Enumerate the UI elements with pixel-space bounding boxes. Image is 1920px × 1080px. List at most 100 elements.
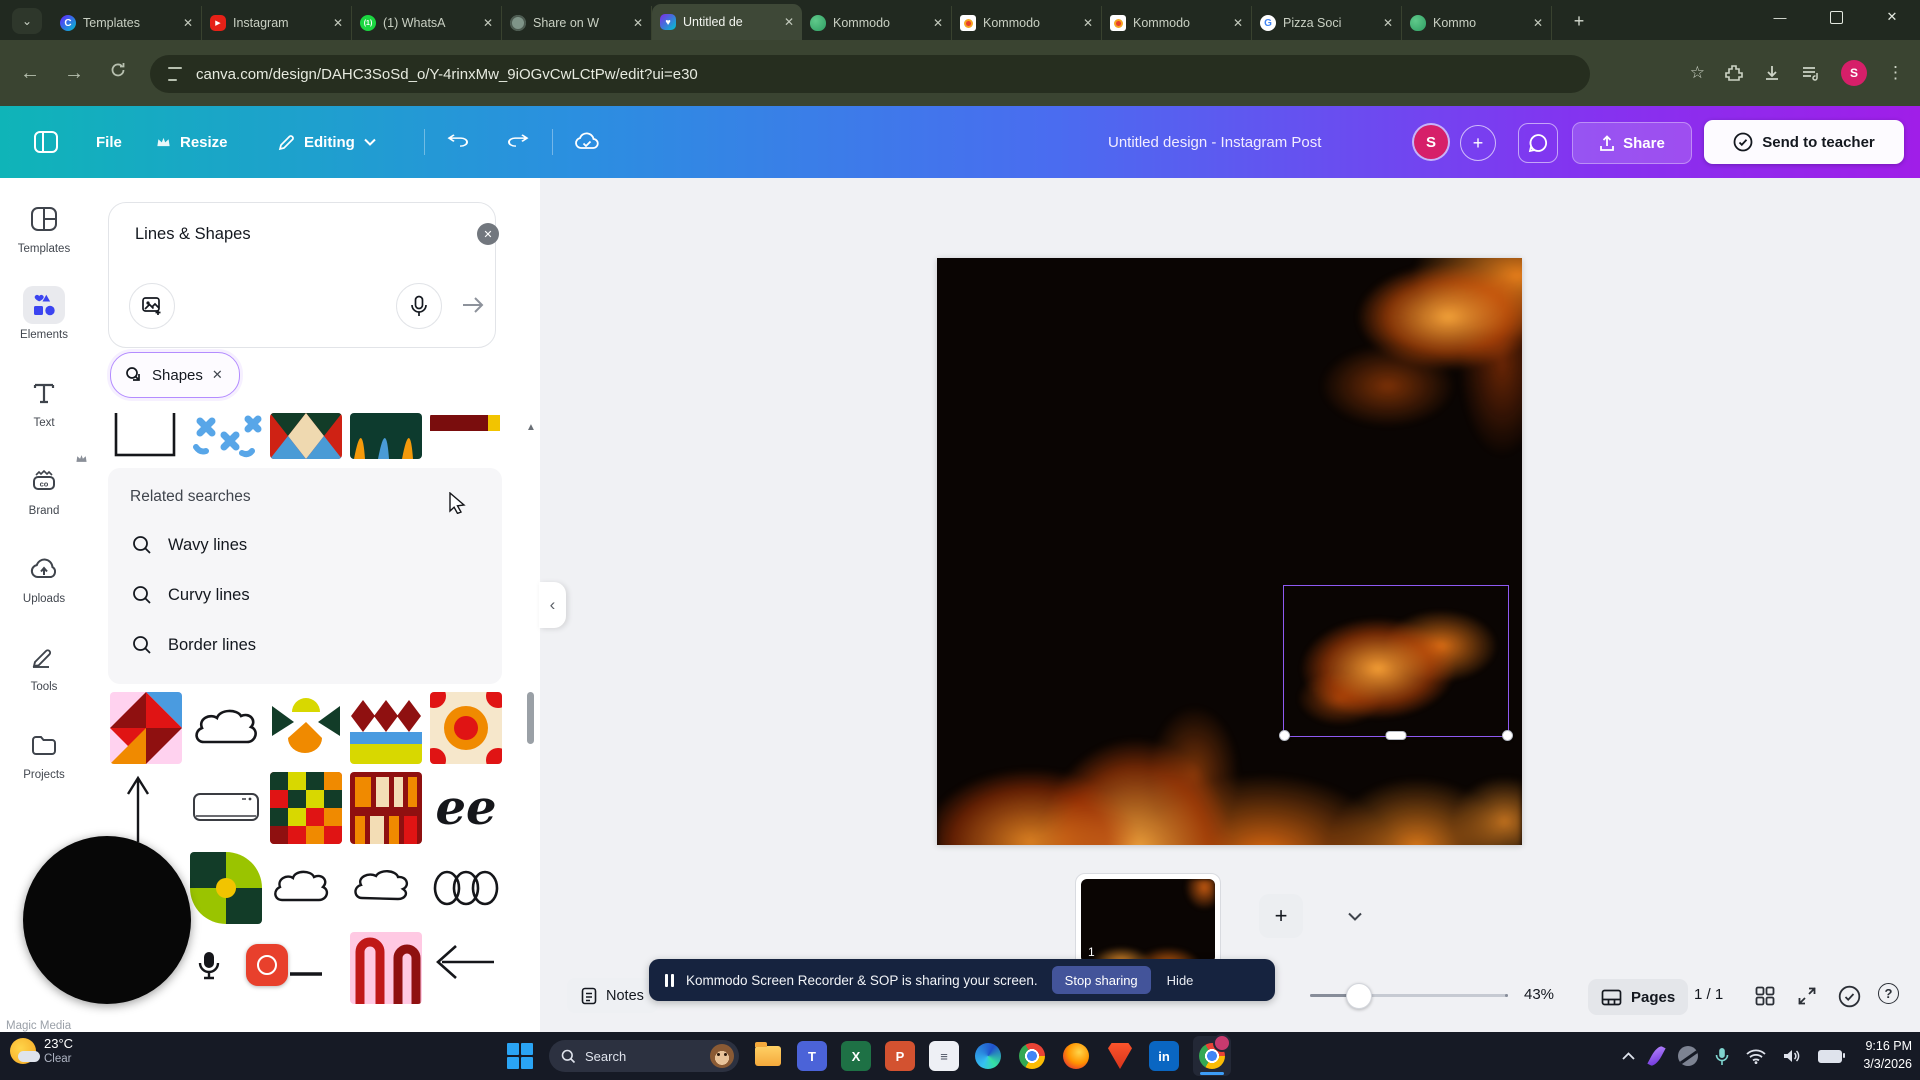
zoom-level[interactable]: 43% — [1524, 986, 1554, 1003]
sidebar-item-text[interactable]: Text — [0, 374, 88, 454]
media-list-icon[interactable] — [1801, 65, 1821, 81]
save-status-cloud-icon[interactable] — [574, 106, 600, 178]
tray-wifi-icon[interactable] — [1746, 1049, 1766, 1064]
shape-thumb-triple-loops[interactable] — [430, 852, 502, 924]
panel-collapse-button[interactable]: ‹ — [539, 582, 566, 628]
related-search-item[interactable]: Curvy lines — [108, 570, 502, 620]
shape-thumb-cloud-outline[interactable] — [190, 692, 262, 764]
shape-thumb-square-outline[interactable] — [110, 413, 182, 459]
record-stop-button[interactable] — [246, 944, 288, 986]
tray-expand-chevron[interactable] — [1622, 1052, 1635, 1060]
tray-mic-icon[interactable] — [1715, 1047, 1729, 1066]
taskbar-firefox[interactable] — [1061, 1041, 1091, 1071]
panel-scroll-up-icon[interactable]: ▲ — [526, 422, 536, 433]
selected-flame-element[interactable] — [1283, 585, 1509, 737]
new-tab-button[interactable]: + — [1565, 8, 1593, 34]
shape-thumb-green-spikes[interactable] — [350, 413, 422, 459]
browser-tab[interactable]: Templates — [52, 6, 202, 40]
add-page-button[interactable]: + — [1259, 894, 1303, 938]
tab-close-icon[interactable] — [633, 16, 643, 30]
shape-thumb-ee-script[interactable]: ee — [430, 772, 502, 844]
shape-thumb-pink-arcs[interactable] — [350, 932, 422, 1004]
design-title[interactable]: Untitled design - Instagram Post — [1108, 106, 1321, 178]
related-search-item[interactable]: Wavy lines — [108, 520, 502, 570]
sidebar-item-projects[interactable]: Projects — [0, 726, 88, 806]
shape-thumb-red-target[interactable] — [430, 692, 502, 764]
browser-tab[interactable]: Share on W — [502, 6, 652, 40]
tab-close-icon[interactable] — [183, 16, 193, 30]
shape-thumb-arrow-up[interactable] — [110, 772, 182, 844]
resize-menu[interactable]: Resize — [156, 106, 228, 178]
maximize-button[interactable] — [1808, 0, 1864, 34]
flame-image-top-right[interactable] — [1232, 258, 1522, 478]
webcam-overlay[interactable] — [23, 836, 191, 1004]
home-sidebar-toggle-icon[interactable] — [34, 131, 58, 153]
recorder-mic-icon[interactable] — [196, 950, 222, 980]
shape-thumb-blue-crosses[interactable] — [190, 413, 262, 459]
filter-chip-shapes[interactable]: Shapes ✕ — [110, 352, 240, 398]
tab-close-icon[interactable] — [1083, 16, 1093, 30]
sidebar-item-magic-media-label[interactable]: Magic Media — [6, 1020, 71, 1032]
tab-close-icon[interactable] — [1533, 16, 1543, 30]
weather-widget[interactable]: 23°C Clear — [10, 1036, 73, 1067]
close-button[interactable]: ✕ — [1864, 0, 1920, 34]
tray-feather-icon[interactable] — [1647, 1044, 1665, 1068]
related-search-item[interactable]: Border lines — [108, 620, 502, 670]
shape-thumb-cloud-outline-2[interactable] — [270, 852, 342, 924]
pages-collapse-chevron[interactable] — [1333, 894, 1377, 938]
saved-check-icon[interactable] — [1836, 983, 1862, 1009]
minimize-button[interactable]: — — [1752, 0, 1808, 34]
taskbar-brave[interactable] — [1105, 1041, 1135, 1071]
shape-thumb-abstract-leaves[interactable] — [270, 692, 342, 764]
chip-remove-icon[interactable]: ✕ — [212, 367, 223, 383]
fullscreen-icon[interactable] — [1794, 983, 1820, 1009]
extensions-icon[interactable] — [1725, 64, 1743, 82]
taskbar-chromium[interactable] — [1017, 1041, 1047, 1071]
taskbar-linkedin[interactable]: in — [1149, 1041, 1179, 1071]
invite-member-button[interactable]: + — [1460, 125, 1496, 161]
page-thumbnail[interactable]: 1 — [1075, 873, 1221, 969]
search-box[interactable]: Lines & Shapes ✕ — [108, 202, 496, 348]
forward-icon[interactable]: → — [52, 62, 96, 85]
search-input[interactable]: Lines & Shapes — [135, 225, 251, 244]
tray-volume-icon[interactable] — [1783, 1048, 1801, 1064]
help-button[interactable]: ? — [1878, 983, 1899, 1004]
shape-thumb-red-bar[interactable] — [430, 413, 502, 459]
voice-search-button[interactable] — [396, 283, 442, 329]
browser-tab[interactable]: Kommodo — [802, 6, 952, 40]
tray-hidden-icon[interactable] — [1678, 1046, 1698, 1066]
selection-handle-bottom-right[interactable] — [1502, 730, 1513, 741]
sidebar-item-templates[interactable]: Templates — [0, 200, 88, 280]
image-search-button[interactable] — [129, 283, 175, 329]
share-button[interactable]: Share — [1572, 122, 1692, 164]
tab-close-icon[interactable] — [333, 16, 343, 30]
reload-icon[interactable] — [96, 61, 140, 85]
shape-thumb-red-grid-pattern[interactable] — [350, 772, 422, 844]
tab-close-icon[interactable] — [784, 15, 794, 29]
shape-thumb-green-quarters[interactable] — [190, 852, 262, 924]
shape-thumb-crown-pattern[interactable] — [350, 692, 422, 764]
zoom-slider-knob[interactable] — [1346, 983, 1372, 1009]
tab-close-icon[interactable] — [1383, 16, 1393, 30]
hide-banner-button[interactable]: Hide — [1167, 973, 1194, 988]
start-button[interactable] — [505, 1041, 535, 1071]
tray-battery-icon[interactable] — [1818, 1050, 1842, 1063]
sidebar-item-brand[interactable]: co Brand — [0, 462, 88, 542]
selection-handle-bottom-left[interactable] — [1279, 730, 1290, 741]
taskbar-teams[interactable]: T — [797, 1041, 827, 1071]
design-page[interactable] — [937, 258, 1522, 845]
file-menu[interactable]: File — [96, 106, 122, 178]
taskbar-excel[interactable]: X — [841, 1041, 871, 1071]
redo-button[interactable] — [506, 106, 530, 178]
taskbar-search[interactable]: Search — [549, 1040, 739, 1072]
taskbar-clock[interactable]: 9:16 PM 3/3/2026 — [1863, 1038, 1912, 1073]
undo-button[interactable] — [446, 106, 470, 178]
download-icon[interactable] — [1763, 64, 1781, 82]
search-submit-arrow-icon[interactable] — [461, 295, 485, 315]
taskbar-file-explorer[interactable] — [753, 1041, 783, 1071]
selection-handle-bottom-center[interactable] — [1386, 731, 1407, 740]
stop-sharing-button[interactable]: Stop sharing — [1052, 966, 1151, 994]
shape-thumb-kilim-triangles[interactable] — [270, 413, 342, 459]
grid-view-icon[interactable] — [1752, 983, 1778, 1009]
tab-close-icon[interactable] — [1233, 16, 1243, 30]
